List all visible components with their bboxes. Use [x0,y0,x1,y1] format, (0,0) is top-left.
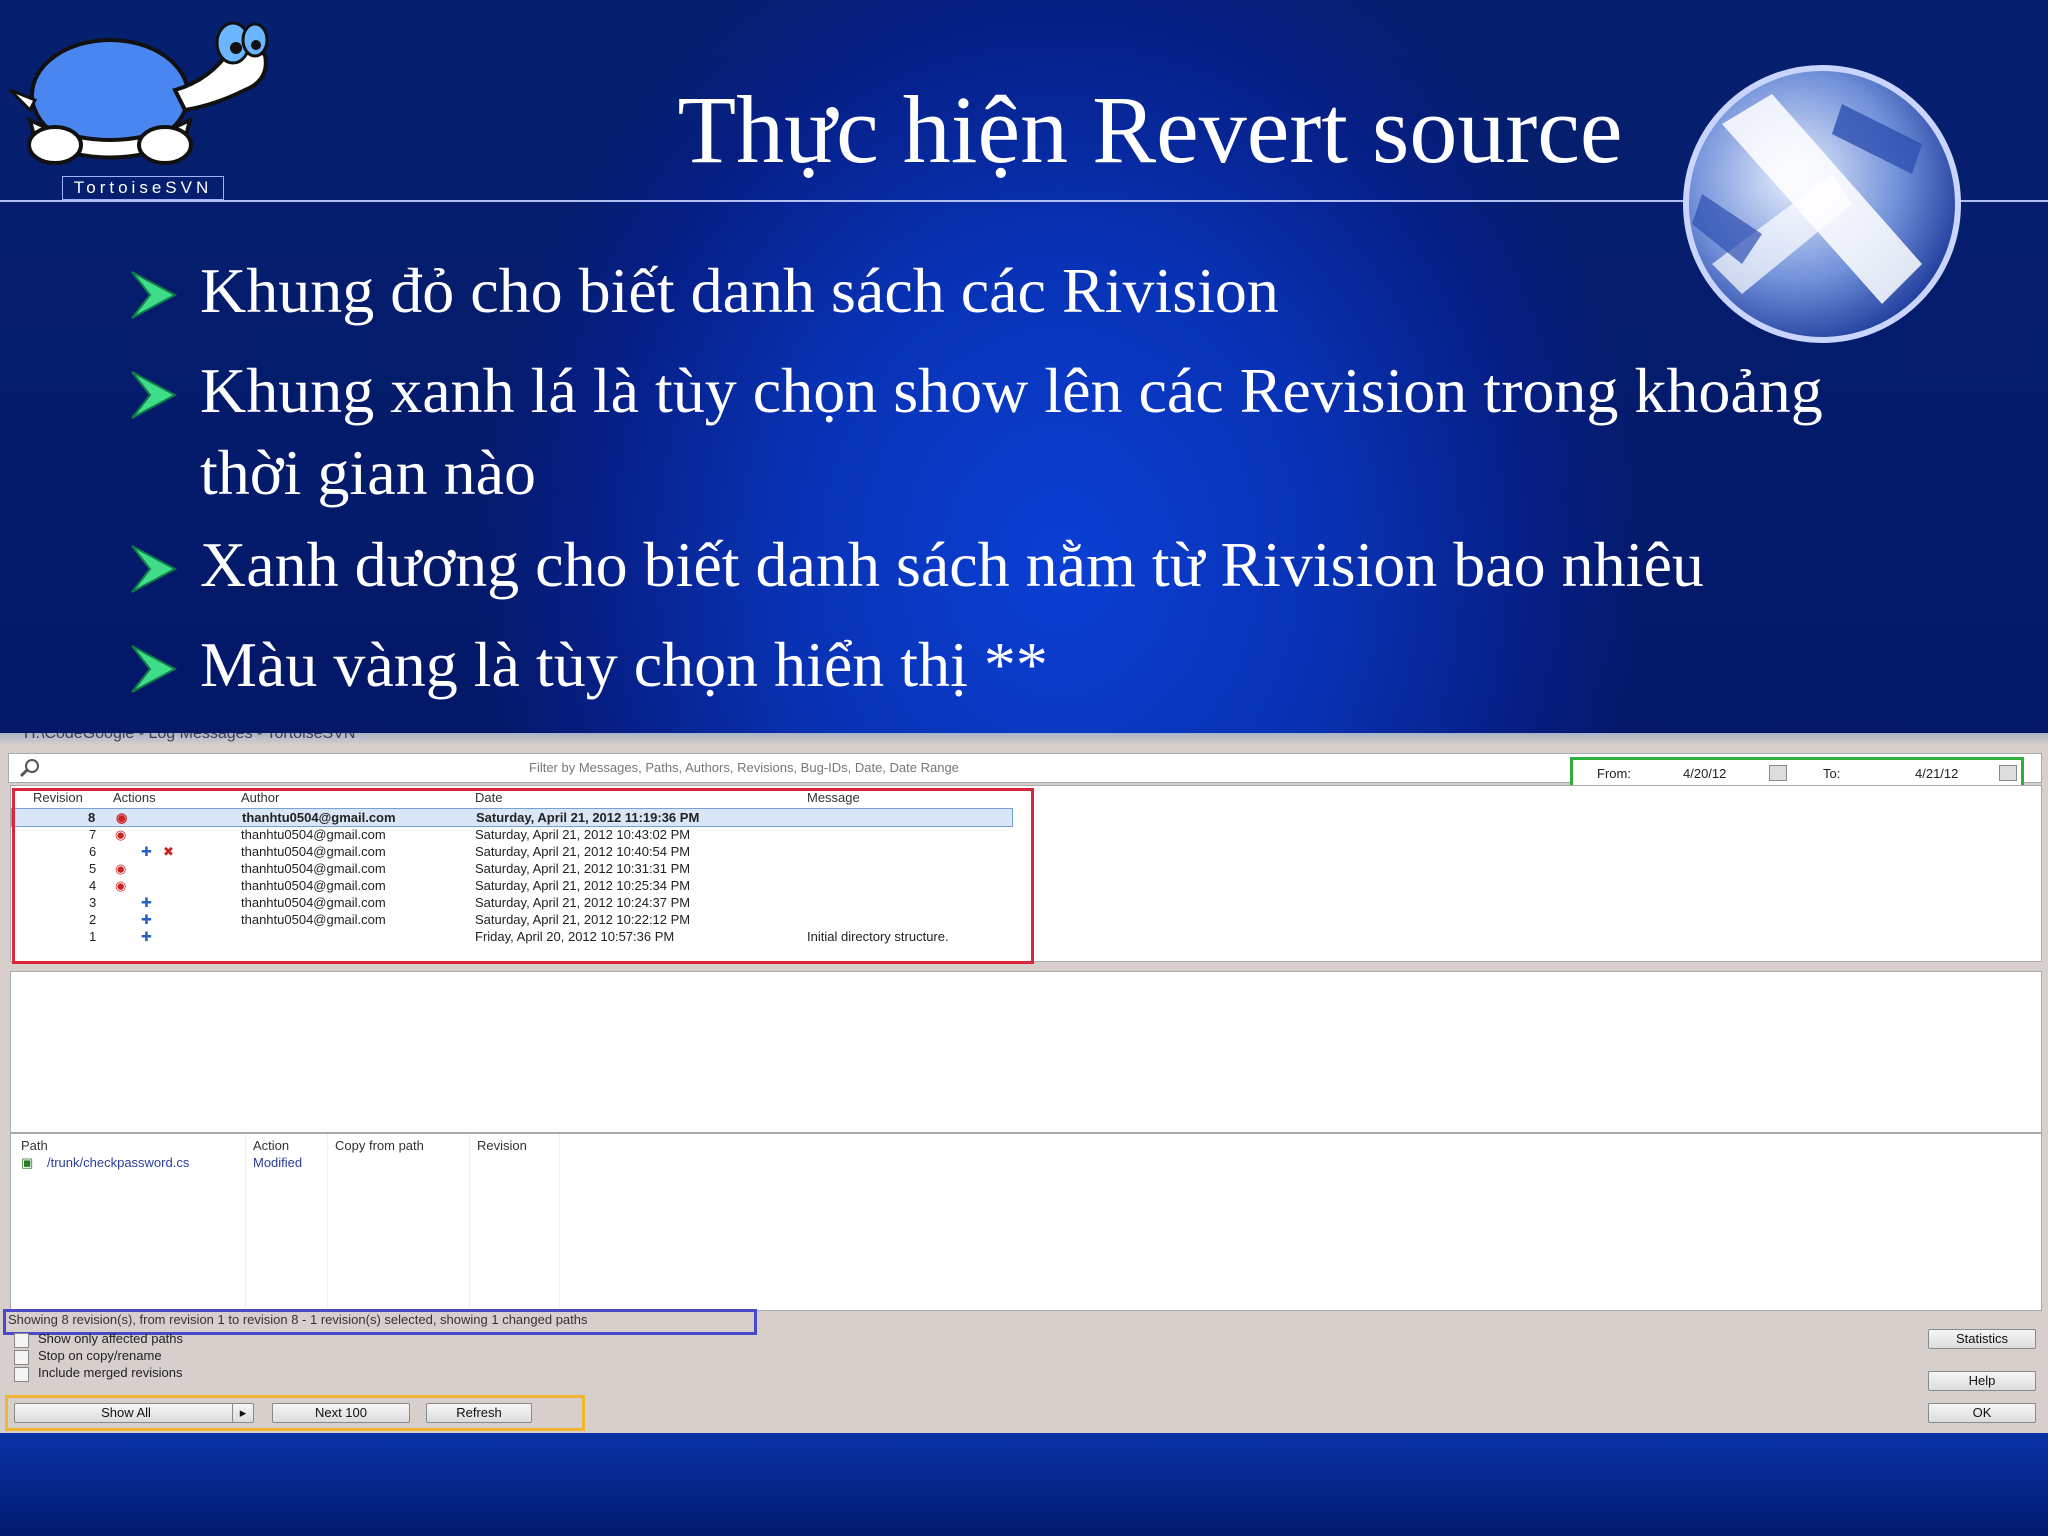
to-date-field[interactable]: 4/21/12 [1915,766,1958,781]
message-panel[interactable] [10,971,2042,1133]
file-icon: ▣ [21,1155,34,1170]
window-titlebar: H:\CodeGoogle - Log Messages - TortoiseS… [0,733,2048,745]
bullet-item: Màu vàng là tùy chọn hiển thị ** [130,624,1890,714]
bullet-arrow-icon [131,545,178,593]
slide-title: Thực hiện Revert source [677,76,1623,183]
changed-paths-list: Path Action Copy from path Revision ▣ /t… [10,1133,2042,1311]
search-icon[interactable] [19,758,41,778]
show-only-affected-checkbox[interactable] [14,1333,29,1348]
path-row[interactable]: ▣ /trunk/checkpassword.cs Modified [11,1154,1011,1171]
bullet-arrow-icon [131,645,178,693]
bullet-text: Xanh dương cho biết danh sách nằm từ Riv… [200,529,1704,600]
from-date-field[interactable]: 4/20/12 [1683,766,1726,781]
bullet-item: Khung đỏ cho biết danh sách các Rivision [130,250,1890,340]
checkbox-label: Include merged revisions [38,1365,183,1380]
window-title: H:\CodeGoogle - Log Messages - TortoiseS… [24,733,356,742]
filter-input[interactable]: Filter by Messages, Paths, Authors, Revi… [529,760,959,775]
slide-footer-background [0,1433,2048,1536]
refresh-button[interactable]: Refresh [426,1403,532,1423]
bullet-item: Khung xanh lá là tùy chọn show lên các R… [130,350,1890,514]
to-label: To: [1823,766,1841,781]
checkbox-label: Stop on copy/rename [38,1348,162,1363]
column-header-copy-from-path[interactable]: Copy from path [335,1138,424,1153]
bullet-list: Khung đỏ cho biết danh sách các Rivision… [130,250,1890,724]
logo-caption: TortoiseSVN [62,176,224,200]
action-cell: Modified [253,1155,303,1170]
calendar-icon[interactable] [1999,765,2017,781]
log-messages-window: H:\CodeGoogle - Log Messages - TortoiseS… [0,733,2048,1433]
include-merged-checkbox[interactable] [14,1367,29,1382]
red-highlight-box [12,788,1034,964]
bullet-item: Xanh dương cho biết danh sách nằm từ Riv… [130,524,1890,614]
bullet-arrow-icon [131,271,178,319]
column-header-action[interactable]: Action [253,1138,289,1153]
show-all-button[interactable]: Show All [14,1403,238,1423]
status-text: Showing 8 revision(s), from revision 1 t… [8,1312,588,1327]
column-header-path-revision[interactable]: Revision [477,1138,527,1153]
path-cell: /trunk/checkpassword.cs [47,1155,190,1170]
statistics-button[interactable]: Statistics [1928,1329,2036,1349]
column-header-path[interactable]: Path [21,1138,48,1153]
bullet-text: Màu vàng là tùy chọn hiển thị ** [200,629,1048,700]
bullet-text: Khung đỏ cho biết danh sách các Rivision [200,255,1279,326]
checkbox-label: Show only affected paths [38,1331,184,1346]
bullet-text: Khung xanh lá là tùy chọn show lên các R… [200,355,1823,508]
from-label: From: [1597,766,1631,781]
next-100-button[interactable]: Next 100 [272,1403,410,1423]
bullet-arrow-icon [131,371,178,419]
stop-on-copy-checkbox[interactable] [14,1350,29,1365]
help-button[interactable]: Help [1928,1371,2036,1391]
ok-button[interactable]: OK [1928,1403,2036,1423]
show-all-dropdown-icon[interactable]: ▸ [232,1403,254,1423]
tortoisesvn-logo [8,21,269,165]
calendar-icon[interactable] [1769,765,1787,781]
